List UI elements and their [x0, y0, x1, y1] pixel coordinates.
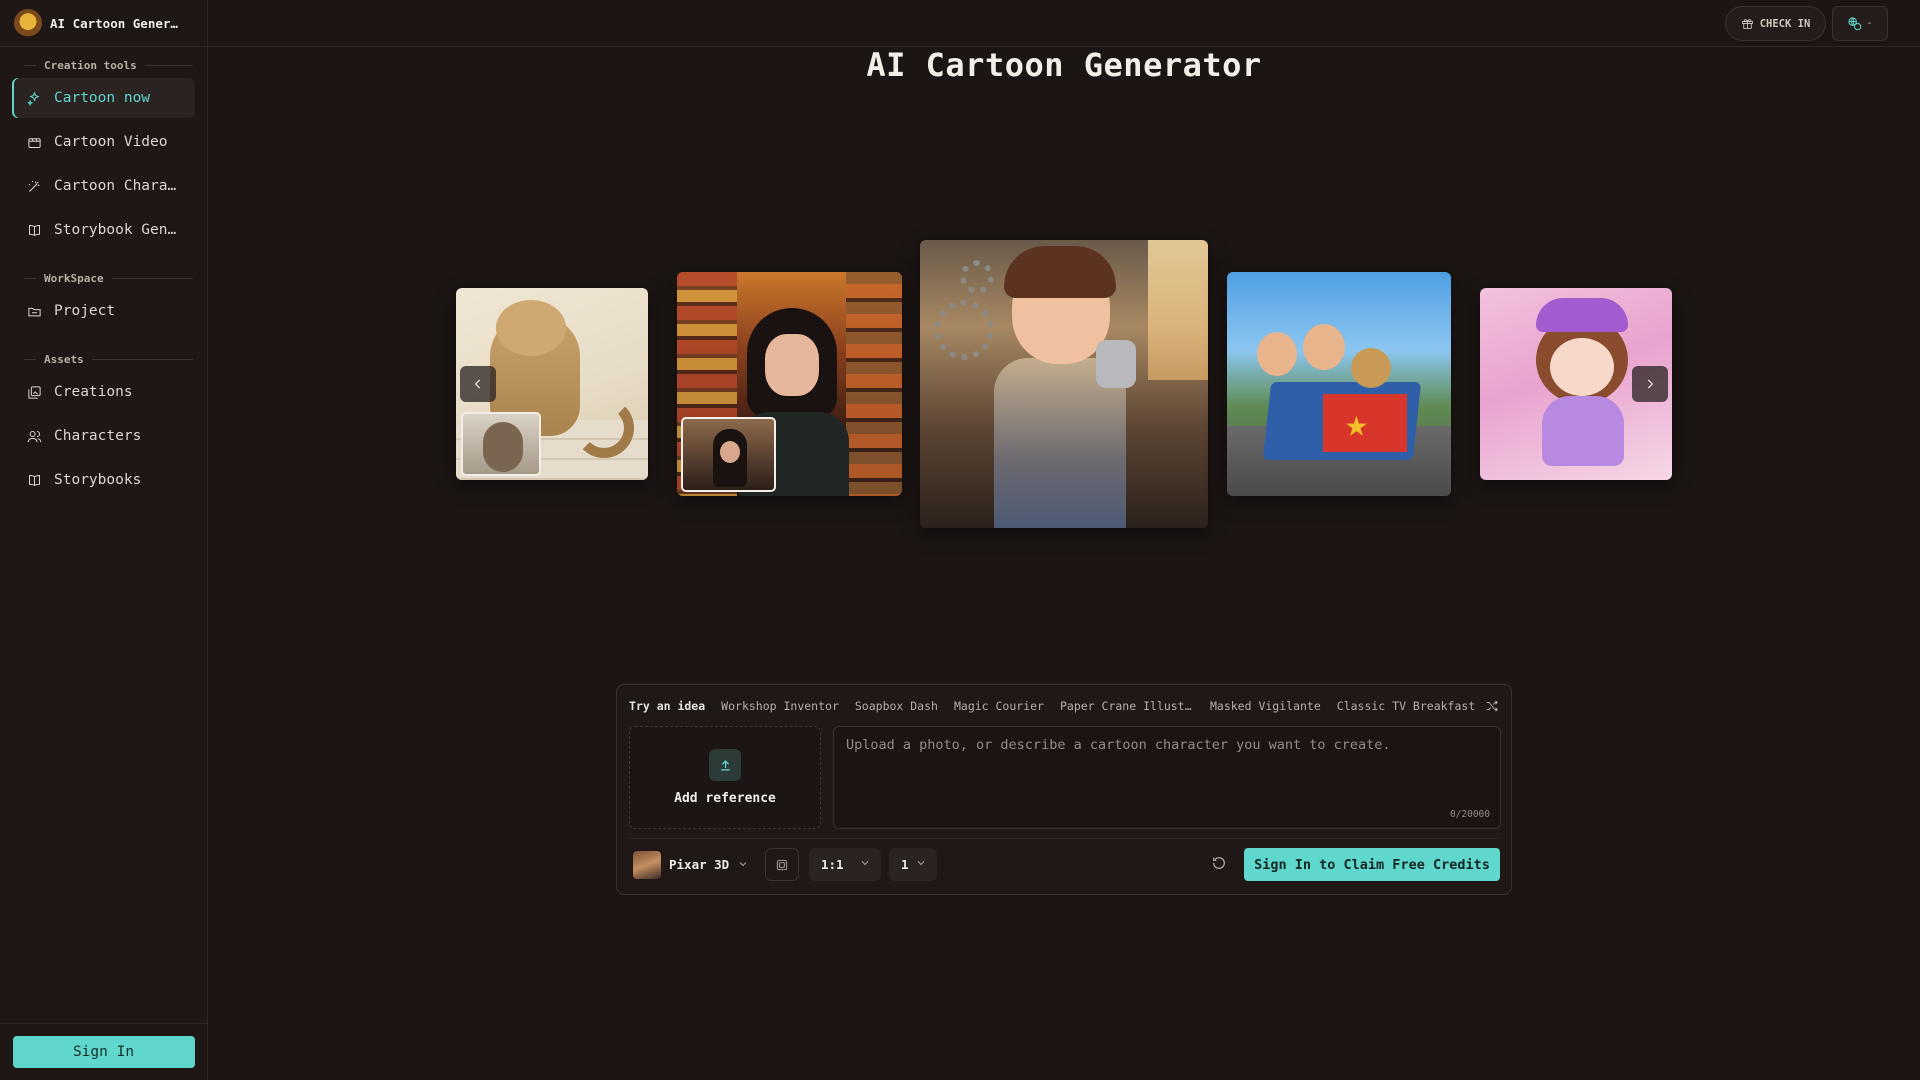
reference-thumbnail [461, 412, 541, 476]
ideas-label: Try an idea [629, 699, 706, 713]
sidebar-item-label: Storybooks [54, 472, 142, 488]
reference-thumbnail [681, 417, 776, 492]
translate-icon [1848, 17, 1862, 31]
language-selector[interactable]: - [1832, 6, 1888, 41]
book-icon [26, 472, 42, 488]
image-frame-icon [776, 859, 788, 870]
sidebar-item-characters[interactable]: Characters [12, 416, 195, 456]
idea-chip[interactable]: Workshop Inventor [721, 699, 839, 713]
reset-icon [1213, 857, 1225, 869]
add-reference-label: Add reference [674, 791, 776, 806]
sidebar-item-storybook-generator[interactable]: Storybook Generator [12, 210, 195, 250]
chevron-left-icon [474, 379, 481, 389]
sidebar-item-label: Cartoon Character [54, 178, 181, 194]
book-icon [26, 222, 42, 238]
idea-chip[interactable]: Classic TV Breakfast [1337, 699, 1475, 713]
panel-divider [629, 838, 1499, 839]
sidebar-item-label: Cartoon Video [54, 134, 168, 150]
prompt-input[interactable] [846, 737, 1488, 797]
style-selector[interactable]: Pixar 3D [633, 848, 749, 881]
sidebar-item-cartoon-now[interactable]: Cartoon now [12, 78, 195, 118]
prompt-panel: Try an idea Workshop Inventor Soapbox Da… [616, 684, 1512, 895]
section-creation-tools: Creation tools [0, 55, 207, 75]
idea-chip[interactable]: Paper Crane Illustration [1060, 699, 1194, 713]
carousel-card-inventor[interactable] [920, 240, 1208, 528]
sidebar-item-storybooks[interactable]: Storybooks [12, 460, 195, 500]
page-title: AI Cartoon Generator [866, 46, 1262, 84]
image-count-dropdown[interactable]: 1 [889, 848, 937, 881]
sidebar-item-label: Characters [54, 428, 142, 444]
sidebar-item-cartoon-character[interactable]: Cartoon Character [12, 166, 195, 206]
sidebar: AI Cartoon Generator Creation tools Cart… [0, 0, 208, 1080]
sidebar-item-cartoon-video[interactable]: Cartoon Video [12, 122, 195, 162]
check-in-label: CHECK IN [1759, 17, 1811, 30]
chevron-down-icon [915, 857, 927, 872]
brand-logo-icon [14, 9, 42, 37]
image-count-value: 1 [901, 857, 909, 872]
idea-chip[interactable]: Soapbox Dash [855, 699, 938, 713]
chevron-down-icon [859, 857, 871, 872]
carousel-next-button[interactable] [1632, 366, 1668, 402]
sidebar-item-project[interactable]: Project [12, 291, 195, 331]
sign-in-button[interactable]: Sign In [12, 1036, 195, 1068]
sidebar-item-label: Creations [54, 384, 133, 400]
carousel-card-soapbox[interactable]: ★ [1227, 272, 1451, 496]
chevron-right-icon [1647, 379, 1654, 389]
brand-title: AI Cartoon Generator [50, 15, 182, 31]
style-thumbnail [633, 850, 661, 879]
sidebar-item-creations[interactable]: Creations [12, 372, 195, 412]
carousel-prev-button[interactable] [460, 366, 496, 402]
magic-wand-icon [26, 178, 42, 194]
shuffle-ideas-button[interactable] [1485, 699, 1499, 716]
shuffle-icon [1486, 700, 1498, 712]
character-counter: 0/20000 [1449, 809, 1490, 820]
section-workspace: WorkSpace [0, 268, 207, 288]
gallery-icon [26, 384, 42, 400]
sidebar-item-label: Cartoon now [54, 90, 151, 106]
section-assets: Assets [0, 349, 207, 369]
aspect-ratio-dropdown[interactable]: 1:1 [809, 848, 881, 881]
language-caret: - [1866, 18, 1873, 29]
style-label: Pixar 3D [669, 857, 730, 872]
sparkles-icon [26, 90, 42, 106]
check-in-button[interactable]: CHECK IN [1725, 6, 1826, 41]
prompt-box: 0/20000 [833, 726, 1501, 829]
folder-icon [26, 303, 42, 319]
sidebar-item-label: Storybook Generator [54, 222, 181, 238]
sidebar-footer: Sign In [0, 1023, 207, 1080]
chevron-down-icon [737, 855, 749, 874]
top-bar: CHECK IN - [208, 0, 1920, 47]
sidebar-item-label: Project [54, 303, 116, 319]
reset-button[interactable] [1211, 855, 1227, 875]
users-icon [26, 428, 42, 444]
idea-chip[interactable]: Masked Vigilante [1210, 699, 1321, 713]
video-icon [26, 134, 42, 150]
brand[interactable]: AI Cartoon Generator [0, 0, 207, 47]
gift-icon [1741, 19, 1753, 29]
aspect-ratio-value: 1:1 [821, 857, 844, 872]
claim-credits-button[interactable]: Sign In to Claim Free Credits [1244, 848, 1500, 881]
add-reference-button[interactable]: Add reference [629, 726, 821, 829]
ideas-row: Try an idea Workshop Inventor Soapbox Da… [629, 697, 1499, 715]
upload-icon [709, 749, 741, 781]
idea-chip[interactable]: Magic Courier [954, 699, 1044, 713]
image-settings-button[interactable] [765, 848, 799, 881]
